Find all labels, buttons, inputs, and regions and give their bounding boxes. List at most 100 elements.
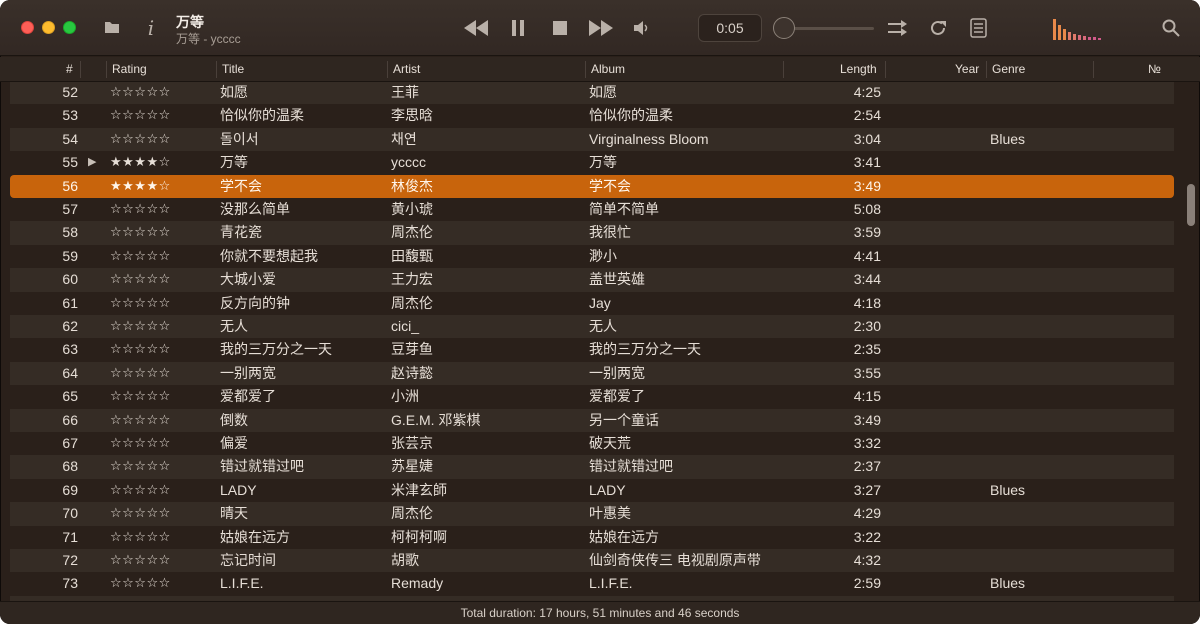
table-row[interactable]: 70 ☆☆☆☆☆ 晴天 周杰伦 叶惠美 4:29 <box>10 502 1174 526</box>
table-row[interactable]: 57 ☆☆☆☆☆ 没那么简单 黄小琥 简单不简单 5:08 <box>10 198 1174 221</box>
track-length: 5:08 <box>853 201 881 217</box>
rating-stars[interactable]: ☆☆☆☆☆ <box>110 338 190 361</box>
column-header-number[interactable]: # <box>66 57 73 82</box>
rating-stars[interactable]: ★★★★☆ <box>110 175 190 198</box>
rating-stars[interactable]: ☆☆☆☆☆ <box>110 315 190 338</box>
rating-stars[interactable]: ☆☆☆☆☆ <box>110 409 190 432</box>
column-header-track-number[interactable]: № <box>1148 57 1161 82</box>
rating-stars[interactable]: ☆☆☆☆☆ <box>110 245 190 268</box>
table-row[interactable]: 59 ☆☆☆☆☆ 你就不要想起我 田馥甄 渺小 4:41 <box>10 245 1174 268</box>
track-album: 叶惠美 <box>589 505 631 522</box>
table-row[interactable]: 66 ☆☆☆☆☆ 倒数 G.E.M. 邓紫棋 另一个童话 3:49 <box>10 408 1174 432</box>
rating-stars[interactable]: ☆☆☆☆☆ <box>110 268 190 291</box>
zoom-window-button[interactable] <box>63 21 76 34</box>
info-icon[interactable]: i <box>142 16 160 40</box>
rating-stars[interactable]: ★★★★☆ <box>110 151 190 174</box>
track-number: 54 <box>62 130 78 147</box>
track-artist: 苏星婕 <box>391 458 433 475</box>
search-icon[interactable] <box>1160 17 1182 39</box>
column-header-rating[interactable]: Rating <box>112 57 147 82</box>
track-length: 2:54 <box>853 107 881 124</box>
shuffle-icon[interactable] <box>886 18 910 38</box>
stop-icon[interactable] <box>552 19 568 37</box>
pause-icon[interactable] <box>510 18 526 38</box>
table-row[interactable]: 62 ☆☆☆☆☆ 无人 cici_ 无人 2:30 <box>10 315 1174 339</box>
track-number: 65 <box>62 388 78 405</box>
rating-stars[interactable]: ☆☆☆☆☆ <box>110 104 190 127</box>
table-row[interactable]: 54 ☆☆☆☆☆ 돌이서 채연 Virginalness Bloom 3:04 Blues <box>10 127 1174 152</box>
column-header-title[interactable]: Title <box>222 57 244 82</box>
column-header-genre[interactable]: Genre <box>992 57 1025 82</box>
table-row[interactable]: 58 ☆☆☆☆☆ 青花瓷 周杰伦 我很忙 3:59 <box>10 221 1174 245</box>
table-row[interactable]: 55 ▶ ★★★★☆ 万等 ycccc 万等 3:41 <box>10 151 1174 174</box>
track-artist: 胡歌 <box>391 552 419 568</box>
table-row[interactable]: 63 ☆☆☆☆☆ 我的三万分之一天 豆芽鱼 我的三万分之一天 2:35 <box>10 338 1174 361</box>
rating-stars[interactable]: ☆☆☆☆☆ <box>110 82 190 104</box>
track-genre <box>990 221 1070 244</box>
table-row-selected[interactable]: 56 ★★★★☆ 学不会 林俊杰 学不会 3:49 <box>10 174 1174 198</box>
track-artist: 柯柯柯啊 <box>391 528 447 545</box>
vertical-scrollbar[interactable] <box>1187 184 1195 226</box>
table-row[interactable]: 69 ☆☆☆☆☆ LADY 米津玄師 LADY 3:27 Blues <box>10 479 1174 502</box>
repeat-icon[interactable] <box>928 18 950 38</box>
rating-stars[interactable]: ☆☆☆☆☆ <box>110 502 190 525</box>
rating-stars[interactable]: ☆☆☆☆☆ <box>110 198 190 221</box>
track-title: 忘记时间 <box>220 552 276 568</box>
track-length: 3:59 <box>853 224 881 241</box>
playlist-icon[interactable] <box>968 16 990 40</box>
rating-stars[interactable]: ☆☆☆☆☆ <box>110 572 190 595</box>
track-title: 学不会 <box>220 177 262 194</box>
fast-forward-icon[interactable] <box>587 18 615 38</box>
track-list[interactable]: 52 ☆☆☆☆☆ 如愿 王菲 如愿 4:25 53 ☆☆☆☆☆ 恰似你的温柔 李思晗 恰似你的温柔 2… <box>0 82 1200 601</box>
now-playing-title: 万等 <box>176 14 204 30</box>
track-length: 4:41 <box>853 247 881 264</box>
track-album: 爱都爱了 <box>589 388 645 405</box>
table-row[interactable]: 67 ☆☆☆☆☆ 偏爱 张芸京 破天荒 3:32 <box>10 432 1174 455</box>
track-number: 70 <box>62 505 78 522</box>
rating-stars[interactable]: ☆☆☆☆☆ <box>110 128 190 151</box>
rating-stars[interactable]: ☆☆☆☆☆ <box>110 432 190 455</box>
column-header-year[interactable]: Year <box>955 57 979 82</box>
rating-stars[interactable]: ☆☆☆☆☆ <box>110 362 190 385</box>
column-header-artist[interactable]: Artist <box>393 57 420 82</box>
rating-stars[interactable]: ☆☆☆☆☆ <box>110 221 190 244</box>
track-length: 4:32 <box>853 552 881 568</box>
track-number: 71 <box>62 528 78 545</box>
speaker-icon[interactable] <box>632 18 652 38</box>
table-row[interactable]: 60 ☆☆☆☆☆ 大城小爱 王力宏 盖世英雄 3:44 <box>10 268 1174 292</box>
rating-stars[interactable]: ☆☆☆☆☆ <box>110 385 190 408</box>
track-artist: Remady <box>391 575 444 592</box>
track-genre <box>990 362 1070 385</box>
table-row[interactable]: 64 ☆☆☆☆☆ 一别两宽 赵诗懿 一别两宽 3:55 <box>10 361 1174 386</box>
rating-stars[interactable]: ☆☆☆☆☆ <box>110 549 190 572</box>
playing-indicator <box>88 362 102 385</box>
playing-indicator <box>88 175 102 198</box>
column-header-album[interactable]: Album <box>591 57 625 82</box>
track-album: 渺小 <box>589 247 617 264</box>
folder-icon[interactable] <box>103 18 121 36</box>
track-number: 69 <box>62 481 78 498</box>
track-artist: 王力宏 <box>391 271 433 288</box>
seek-slider-knob[interactable] <box>773 17 795 39</box>
table-row[interactable]: 71 ☆☆☆☆☆ 姑娘在远方 柯柯柯啊 姑娘在远方 3:22 <box>10 526 1174 549</box>
close-window-button[interactable] <box>21 21 34 34</box>
rating-stars[interactable]: ☆☆☆☆☆ <box>110 292 190 315</box>
table-row[interactable]: 53 ☆☆☆☆☆ 恰似你的温柔 李思晗 恰似你的温柔 2:54 <box>10 104 1174 127</box>
track-length: 2:37 <box>853 458 881 475</box>
table-row[interactable]: 65 ☆☆☆☆☆ 爱都爱了 小洲 爱都爱了 4:15 <box>10 385 1174 408</box>
rating-stars[interactable]: ☆☆☆☆☆ <box>110 479 190 502</box>
table-row[interactable]: 68 ☆☆☆☆☆ 错过就错过吧 苏星婕 错过就错过吧 2:37 <box>10 455 1174 479</box>
table-row[interactable]: 72 ☆☆☆☆☆ 忘记时间 胡歌 仙剑奇侠传三 电视剧原声带 4:32 <box>10 549 1174 573</box>
minimize-window-button[interactable] <box>42 21 55 34</box>
table-row[interactable]: 73 ☆☆☆☆☆ L.I.F.E. Remady L.I.F.E. 2:59 Blues <box>10 572 1174 595</box>
rating-stars[interactable]: ☆☆☆☆☆ <box>110 455 190 478</box>
table-row[interactable]: 61 ☆☆☆☆☆ 反方向的钟 周杰伦 Jay 4:18 <box>10 292 1174 315</box>
rating-stars[interactable]: ☆☆☆☆☆ <box>110 526 190 549</box>
track-album: Virginalness Bloom <box>589 130 709 147</box>
rewind-icon[interactable] <box>462 18 490 38</box>
column-header-length[interactable]: Length <box>840 57 877 82</box>
track-title: 恰似你的温柔 <box>220 107 304 124</box>
table-row[interactable]: 52 ☆☆☆☆☆ 如愿 王菲 如愿 4:25 <box>10 82 1174 105</box>
track-album: 仙剑奇侠传三 电视剧原声带 <box>589 552 761 568</box>
track-artist: 张芸京 <box>391 435 433 451</box>
